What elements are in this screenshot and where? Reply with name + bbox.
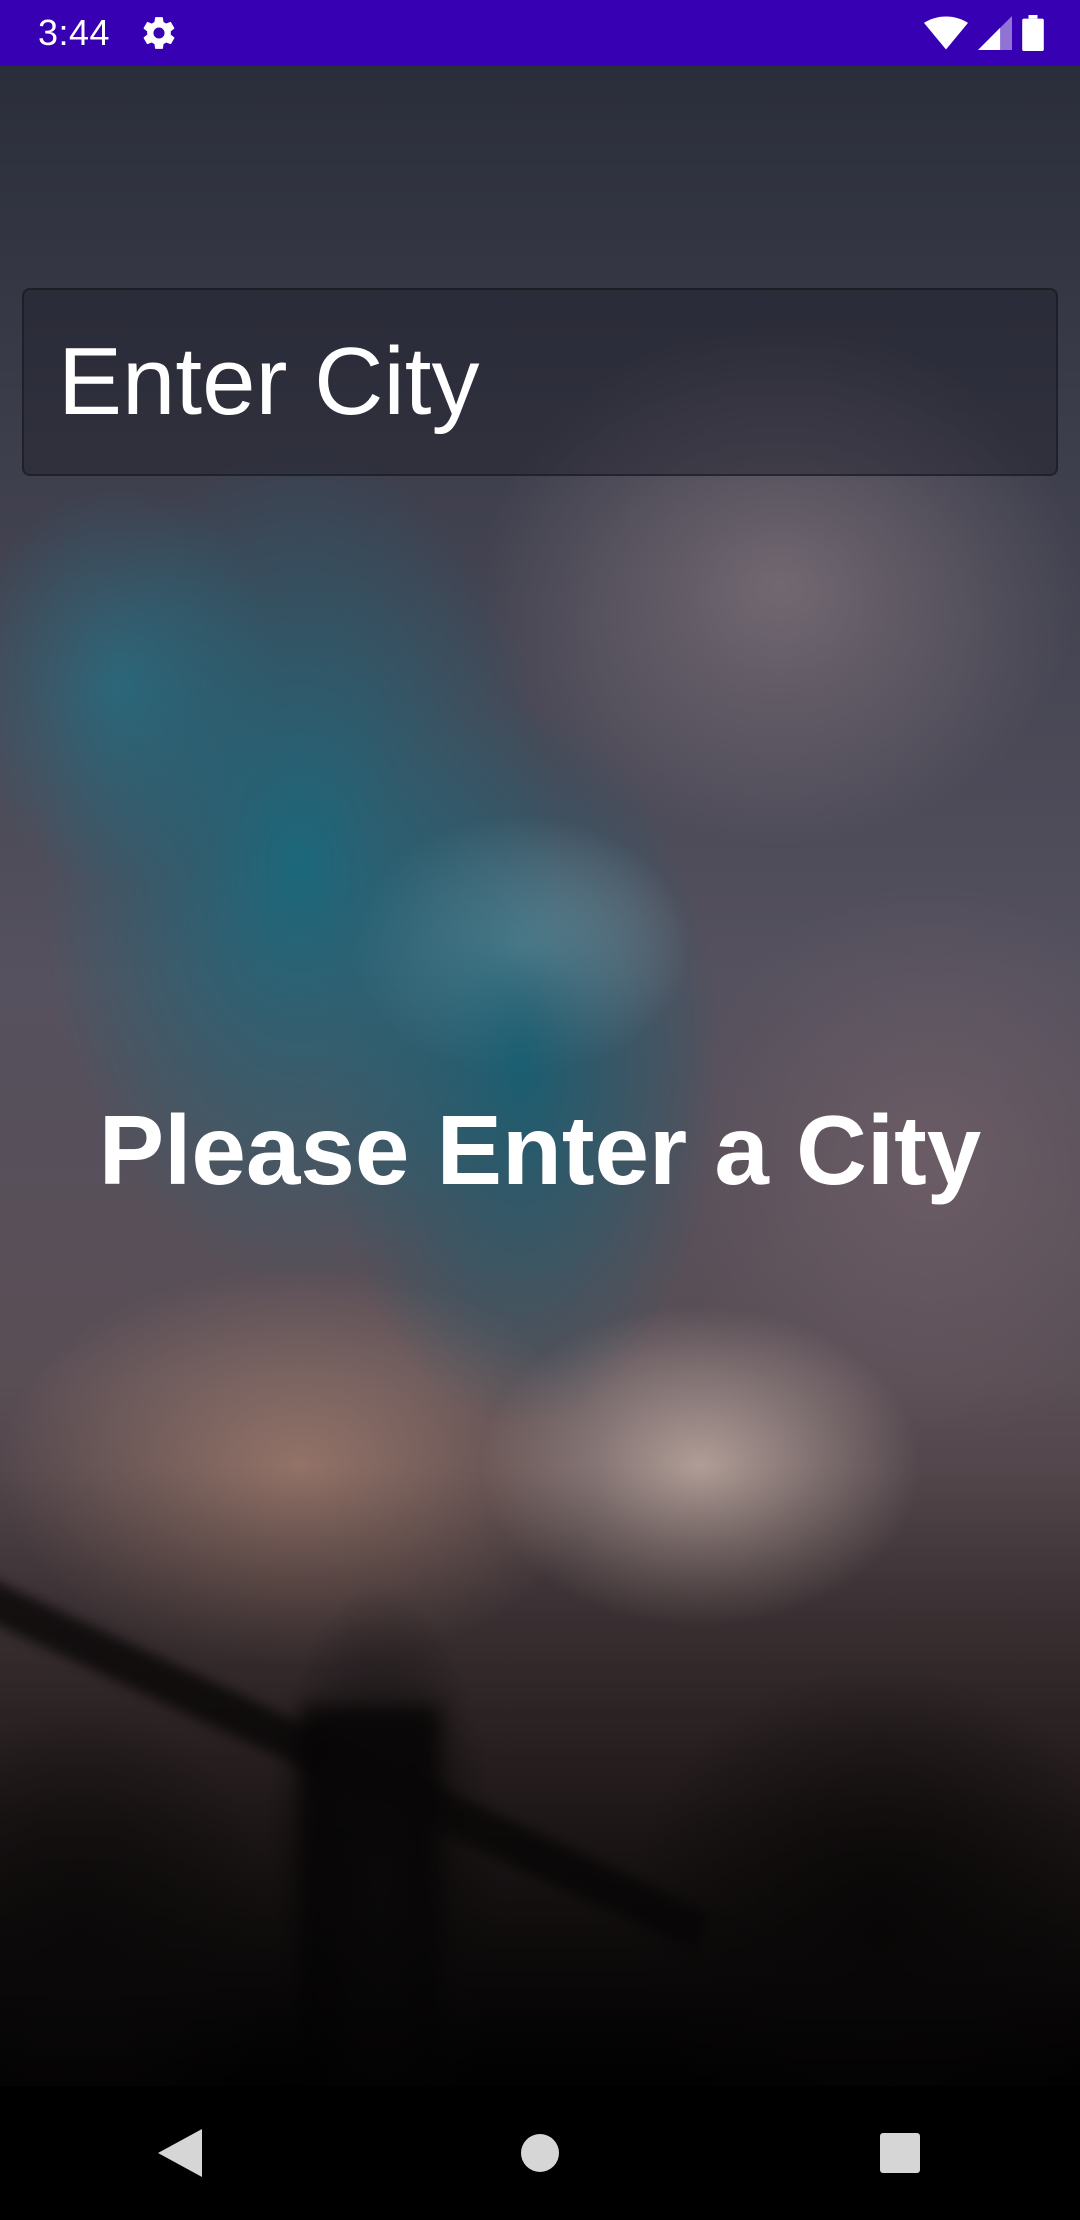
recents-icon bbox=[880, 2133, 920, 2173]
signal-icon bbox=[978, 16, 1012, 50]
background-silhouette bbox=[0, 1466, 1080, 2086]
navigation-bar bbox=[0, 2086, 1080, 2220]
gear-icon bbox=[140, 14, 178, 52]
wifi-icon bbox=[924, 16, 968, 50]
status-time: 3:44 bbox=[38, 12, 111, 53]
status-bar: 3:44 bbox=[0, 0, 1080, 66]
back-icon bbox=[158, 2129, 202, 2177]
recents-button[interactable] bbox=[840, 2093, 960, 2213]
battery-icon bbox=[1022, 15, 1044, 51]
enter-city-message: Please Enter a City bbox=[98, 1095, 982, 1205]
city-search-input[interactable] bbox=[22, 288, 1058, 476]
status-icons bbox=[924, 15, 1044, 51]
home-button[interactable] bbox=[480, 2093, 600, 2213]
back-button[interactable] bbox=[120, 2093, 240, 2213]
app-screen: 3:44 Enter City Please Enter a City bbox=[0, 0, 1080, 2220]
home-icon bbox=[521, 2134, 559, 2172]
